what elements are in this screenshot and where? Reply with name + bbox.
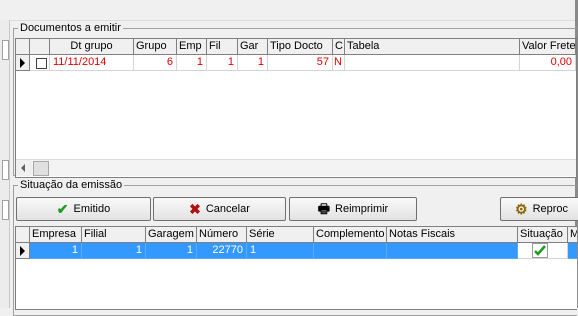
check-icon: ✔ <box>56 201 69 217</box>
check-icon <box>532 243 548 258</box>
left-splitter-handle[interactable] <box>2 160 9 180</box>
column-header-check[interactable] <box>30 39 50 55</box>
column-header-c[interactable]: C <box>333 39 345 55</box>
cell-notas-fiscais[interactable] <box>387 243 518 259</box>
row-indicator <box>16 55 30 71</box>
cell-c[interactable]: N <box>333 55 345 71</box>
column-header-emp[interactable]: Emp <box>177 39 207 55</box>
column-header-empresa[interactable]: Empresa <box>30 227 82 243</box>
cell-filial[interactable]: 1 <box>82 243 146 259</box>
scroll-left-button[interactable] <box>16 160 32 176</box>
column-header-notas-fiscais[interactable]: Notas Fiscais <box>387 227 518 243</box>
cell-mot[interactable] <box>568 243 577 259</box>
column-header-gar[interactable]: Gar <box>238 39 268 55</box>
arrow-left-icon <box>21 164 25 172</box>
current-row-arrow-icon <box>20 58 25 68</box>
cell-fil[interactable]: 1 <box>207 55 238 71</box>
cell-empresa[interactable]: 1 <box>30 243 82 259</box>
printer-icon: 🖶 <box>317 201 331 216</box>
documents-group-title: Documentos a emitir <box>20 22 121 34</box>
cell-grupo[interactable]: 6 <box>134 55 177 71</box>
column-header-complemento[interactable]: Complemento <box>314 227 387 243</box>
cell-gar[interactable]: 1 <box>238 55 268 71</box>
scroll-thumb[interactable] <box>33 161 49 176</box>
cell-emp[interactable]: 1 <box>177 55 207 71</box>
cancel-x-icon: ✖ <box>189 201 201 217</box>
column-header-numero[interactable]: Número <box>197 227 247 243</box>
row-check-cell[interactable] <box>30 55 50 71</box>
column-header-situacao[interactable]: Situação <box>518 227 568 243</box>
column-header-grupo[interactable]: Grupo <box>134 39 177 55</box>
column-header-serie[interactable]: Série <box>247 227 314 243</box>
emission-group-title: Situação da emissão <box>20 179 123 191</box>
cancelar-button[interactable]: ✖ Cancelar <box>153 197 286 221</box>
row-select-checkbox[interactable] <box>36 58 47 69</box>
row-indicator <box>16 243 30 259</box>
top-toolbar-strip <box>0 0 578 21</box>
column-header-fil[interactable]: Fil <box>207 39 238 55</box>
column-header-garagem[interactable]: Garagem <box>146 227 197 243</box>
cell-valor-frete[interactable]: 0,00 <box>520 55 576 71</box>
left-splitter-handle[interactable] <box>2 200 9 220</box>
cell-garagem[interactable]: 1 <box>146 243 197 259</box>
reimprimir-button[interactable]: 🖶 Reimprimir <box>289 197 417 221</box>
column-header-tabela[interactable]: Tabela <box>345 39 520 55</box>
column-header-filial[interactable]: Filial <box>82 227 146 243</box>
reprocessar-button[interactable]: ⚙ Reproc <box>500 197 578 221</box>
reimprimir-button-label: Reimprimir <box>335 203 389 215</box>
grid-corner <box>16 227 30 243</box>
cancelar-button-label: Cancelar <box>205 203 250 215</box>
cell-tabela[interactable] <box>345 55 520 71</box>
gear-icon: ⚙ <box>515 201 528 217</box>
cell-numero[interactable]: 22770 <box>197 243 247 259</box>
column-header-mot[interactable]: Mot <box>568 227 577 243</box>
reprocessar-button-label: Reproc <box>532 203 569 215</box>
left-splitter-handle[interactable] <box>2 40 9 60</box>
emission-grid[interactable]: Empresa Filial Garagem Número Série Comp… <box>15 226 577 310</box>
column-header-dt-grupo[interactable]: Dt grupo <box>50 39 134 55</box>
cell-tipo-docto[interactable]: 57 <box>268 55 333 71</box>
documents-horizontal-scrollbar[interactable] <box>16 159 576 176</box>
cell-situacao[interactable] <box>518 243 568 259</box>
documents-grid[interactable]: Dt grupo Grupo Emp Fil Gar Tipo Docto C … <box>15 38 577 178</box>
cell-dt-grupo[interactable]: 11/11/2014 <box>50 55 134 71</box>
column-header-tipo-docto[interactable]: Tipo Docto <box>268 39 333 55</box>
emitido-button-label: Emitido <box>73 203 111 215</box>
grid-corner <box>16 39 30 55</box>
cell-serie[interactable]: 1 <box>247 243 314 259</box>
emitido-button[interactable]: ✔ Emitido <box>16 197 151 221</box>
column-header-valor-frete[interactable]: Valor Frete <box>520 39 576 55</box>
cell-complemento[interactable] <box>314 243 387 259</box>
current-row-arrow-icon <box>20 246 25 256</box>
